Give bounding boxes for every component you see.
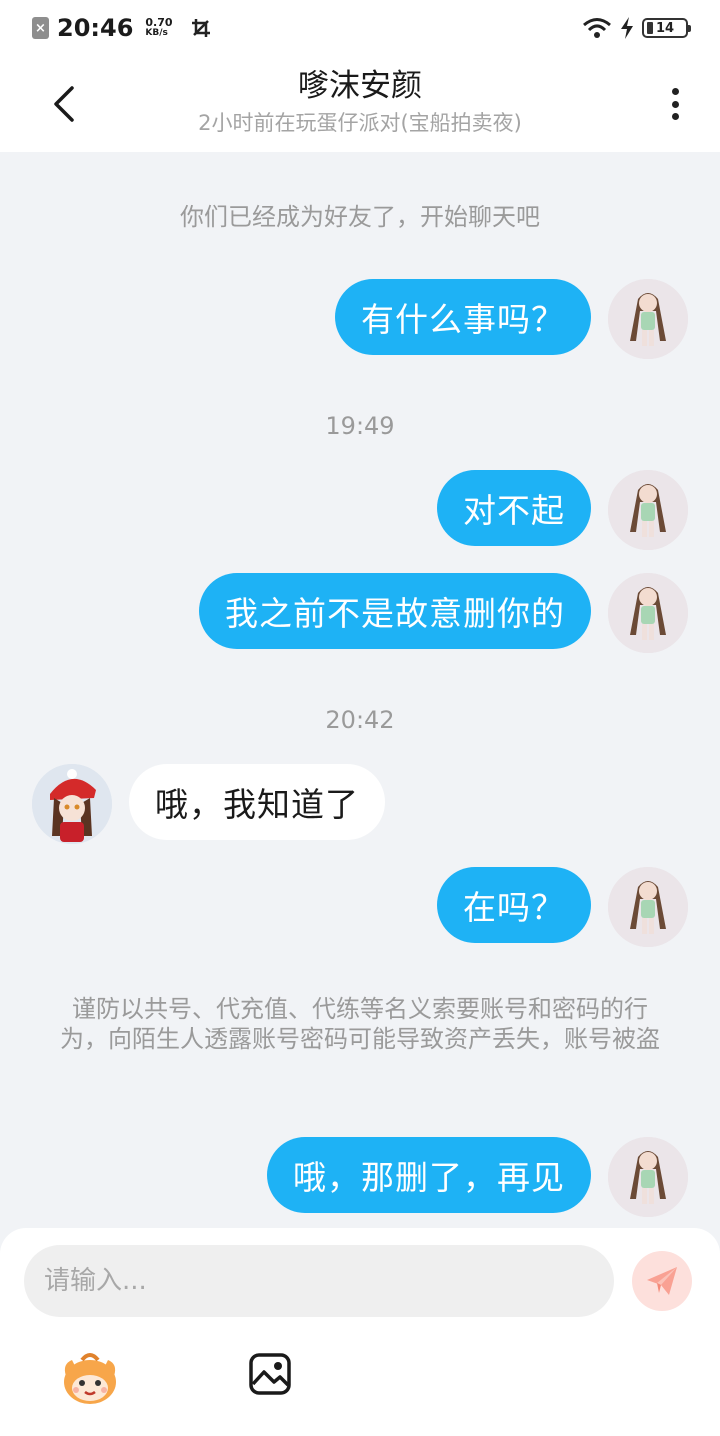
title-area: 嗲沫安颜 2小时前在玩蛋仔派对(宝船拍卖夜): [120, 66, 600, 138]
contact-name: 嗲沫安颜: [298, 68, 422, 104]
avatar-girl-icon: [608, 279, 688, 359]
input-bar: [0, 1228, 720, 1436]
image-button[interactable]: [248, 1352, 292, 1396]
emoji-button[interactable]: [60, 1350, 120, 1406]
more-vertical-icon-dot: [671, 113, 679, 120]
paper-plane-icon: [647, 1267, 677, 1295]
more-vertical-icon-dot: [671, 88, 679, 95]
my-avatar[interactable]: [608, 573, 688, 653]
chat-header: 嗲沫安颜 2小时前在玩蛋仔派对(宝船拍卖夜): [0, 56, 720, 152]
status-time: 20:46: [57, 14, 134, 42]
contact-avatar[interactable]: [32, 764, 112, 844]
screenshot-icon: [191, 19, 210, 37]
message-bubble-received[interactable]: 哦，我知道了: [129, 764, 385, 840]
wifi-icon: [583, 18, 611, 38]
battery-icon: 14: [642, 18, 691, 38]
charging-icon: [621, 17, 633, 39]
send-button[interactable]: [632, 1251, 692, 1311]
timestamp: 20:42: [325, 706, 395, 734]
avatar-girl-icon: [608, 470, 688, 550]
message-bubble-sent[interactable]: 有什么事吗？: [335, 279, 591, 355]
battery-level: 14: [655, 20, 675, 36]
message-bubble-sent[interactable]: 在吗？: [437, 867, 591, 943]
avatar-girl-icon: [608, 1137, 688, 1217]
notification-icon: ×: [32, 17, 49, 39]
my-avatar[interactable]: [608, 279, 688, 359]
security-warning: 谨防以共号、代充值、代练等名义索要账号和密码的行为，向陌生人透露账号密码可能导致…: [60, 995, 660, 1053]
avatar-girl-icon: [608, 573, 688, 653]
image-icon: [249, 1353, 291, 1395]
network-speed-unit: KB/s: [145, 28, 168, 38]
avatar-red-hat-icon: [32, 764, 112, 844]
back-button[interactable]: [44, 82, 84, 126]
back-arrow-icon: [54, 86, 74, 122]
my-avatar[interactable]: [608, 867, 688, 947]
chat-area[interactable]: 你们已经成为好友了，开始聊天吧 有什么事吗？ 19:49 对不起 我之前不是故意…: [0, 152, 720, 1230]
my-avatar[interactable]: [608, 470, 688, 550]
more-vertical-icon-dot: [671, 100, 679, 108]
timestamp: 19:49: [325, 412, 395, 440]
network-speed: 0.70 KB/s: [145, 17, 172, 39]
more-button[interactable]: [660, 84, 690, 124]
message-input[interactable]: [24, 1245, 614, 1317]
status-bar: × 20:46 0.70 KB/s 14: [0, 0, 720, 56]
system-message-friend: 你们已经成为好友了，开始聊天吧: [180, 203, 540, 231]
message-bubble-sent[interactable]: 哦，那删了，再见: [267, 1137, 591, 1213]
avatar-girl-icon: [608, 867, 688, 947]
eggy-emoji-icon: [64, 1353, 116, 1404]
status-bar-right: 14: [582, 17, 691, 39]
message-bubble-sent[interactable]: 我之前不是故意删你的: [199, 573, 591, 649]
my-avatar[interactable]: [608, 1137, 688, 1217]
network-speed-value: 0.70: [145, 16, 173, 29]
status-bar-left: × 20:46 0.70 KB/s: [32, 14, 211, 42]
message-bubble-sent[interactable]: 对不起: [437, 470, 591, 546]
contact-status: 2小时前在玩蛋仔派对(宝船拍卖夜): [198, 111, 522, 135]
